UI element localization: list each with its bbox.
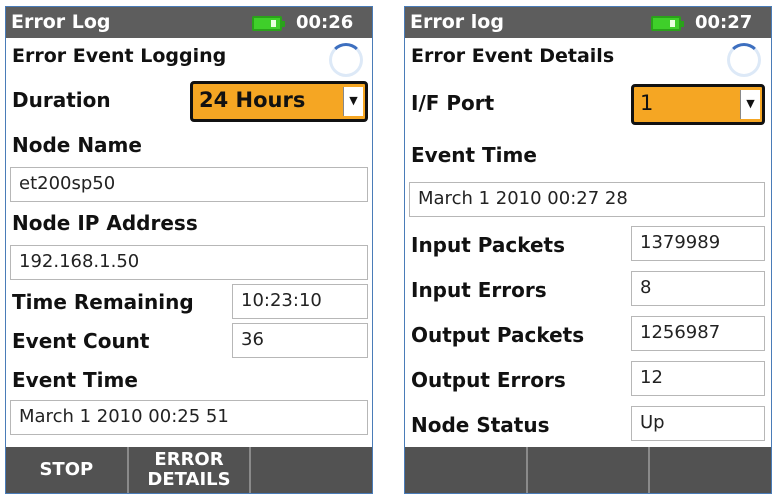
- softkey-bar: STOP ERROR DETAILS: [6, 447, 372, 493]
- error-details-label-line2: DETAILS: [147, 469, 231, 490]
- page-heading: Error Event Logging: [12, 45, 227, 67]
- dropdown-arrow-icon: ▼: [343, 87, 363, 116]
- input-errors-field: 8: [631, 271, 765, 306]
- output-errors-field: 12: [631, 361, 765, 396]
- duration-value: 24 Hours: [199, 88, 306, 112]
- error-details-screen: Error log 00:27 Error Event Details I/F …: [404, 6, 772, 494]
- title-bar: Error Log 00:26: [6, 7, 372, 38]
- battery-icon: [252, 16, 285, 31]
- stop-button[interactable]: STOP: [6, 447, 129, 493]
- node-name-label: Node Name: [12, 133, 142, 157]
- node-status-field: Up: [631, 406, 765, 441]
- busy-spinner-icon: [727, 43, 761, 77]
- time-remaining-field: 10:23:10: [232, 284, 368, 319]
- duration-dropdown[interactable]: 24 Hours ▼: [190, 81, 368, 122]
- title-bar: Error log 00:27: [405, 7, 771, 38]
- duration-label: Duration: [12, 88, 111, 112]
- softkey-2[interactable]: [527, 447, 651, 493]
- battery-icon: [651, 16, 684, 31]
- if-port-value: 1: [640, 91, 654, 115]
- softkey-1[interactable]: [405, 447, 528, 493]
- event-count-label: Event Count: [12, 329, 150, 353]
- event-count-field: 36: [232, 323, 368, 358]
- softkey-3[interactable]: [251, 447, 372, 493]
- busy-spinner-icon: [329, 43, 363, 77]
- clock: 00:27: [695, 12, 753, 33]
- node-ip-label: Node IP Address: [12, 211, 198, 235]
- dropdown-arrow-icon: ▼: [740, 90, 760, 119]
- time-remaining-label: Time Remaining: [12, 290, 194, 314]
- output-packets-field: 1256987: [631, 316, 765, 351]
- clock: 00:26: [296, 12, 354, 33]
- error-details-button[interactable]: ERROR DETAILS: [128, 447, 252, 493]
- error-log-screen: Error Log 00:26 Error Event Logging Dura…: [5, 6, 373, 494]
- if-port-label: I/F Port: [411, 91, 495, 115]
- event-time-label: Event Time: [411, 143, 537, 167]
- page-heading: Error Event Details: [411, 45, 615, 67]
- event-time-field: March 1 2010 00:25 51: [10, 400, 368, 435]
- window-title: Error log: [410, 11, 504, 33]
- node-ip-field[interactable]: 192.168.1.50: [10, 245, 368, 280]
- stop-button-label: STOP: [39, 459, 94, 480]
- output-errors-label: Output Errors: [411, 368, 566, 392]
- if-port-dropdown[interactable]: 1 ▼: [631, 84, 765, 125]
- node-name-field[interactable]: et200sp50: [10, 167, 368, 202]
- softkey-3[interactable]: [650, 447, 771, 493]
- output-packets-label: Output Packets: [411, 323, 585, 347]
- node-status-label: Node Status: [411, 413, 550, 437]
- softkey-bar: [405, 447, 771, 493]
- window-title: Error Log: [11, 11, 111, 33]
- input-packets-field: 1379989: [631, 226, 765, 261]
- error-details-label-line1: ERROR: [154, 449, 224, 470]
- event-time-label: Event Time: [12, 368, 138, 392]
- input-errors-label: Input Errors: [411, 278, 547, 302]
- event-time-field: March 1 2010 00:27 28: [409, 182, 765, 217]
- input-packets-label: Input Packets: [411, 233, 566, 257]
